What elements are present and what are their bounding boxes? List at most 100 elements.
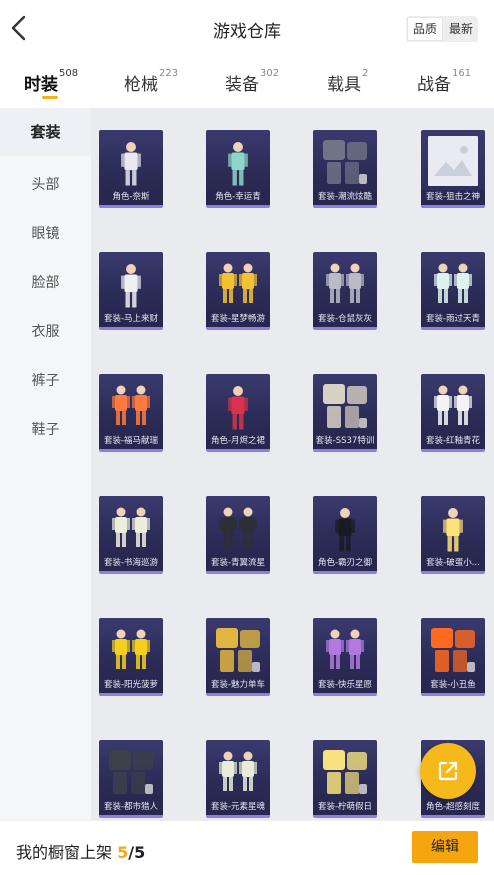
- outfit-card[interactable]: 角色-月烬之裙: [206, 374, 270, 452]
- showcase-label: 我的橱窗上架: [16, 843, 113, 862]
- sidebar-item-face[interactable]: 脸部: [0, 272, 91, 292]
- outfit-preview-image: [443, 508, 463, 552]
- outfit-card[interactable]: 套装-雨过天青: [421, 252, 485, 330]
- outfit-name: 套装-都市猎人: [99, 800, 163, 815]
- edit-button[interactable]: 编辑: [412, 831, 478, 863]
- sidebar-item-pants[interactable]: 裤子: [0, 370, 91, 390]
- image-placeholder: [428, 136, 478, 186]
- outfit-name: 套装-福马献瑞: [99, 434, 163, 449]
- share-icon: [438, 761, 458, 781]
- outfit-preview-image: [216, 628, 260, 672]
- tab-supplies[interactable]: 战备161: [417, 68, 471, 95]
- outfit-name: 角色-霸刃之御: [313, 556, 377, 571]
- outfit-card[interactable]: 套装-阳光菠萝: [99, 618, 163, 696]
- outfit-card[interactable]: 套装-潮流炫酷: [313, 130, 377, 208]
- outfit-card[interactable]: 套装-柠萌假日: [313, 740, 377, 818]
- outfit-card[interactable]: 套装-快乐星愿: [313, 618, 377, 696]
- showcase-total-count: 5: [134, 843, 146, 862]
- outfit-card[interactable]: 套装-SS37特训: [313, 374, 377, 452]
- outfit-card[interactable]: 角色-奈斯: [99, 130, 163, 208]
- tab-label: 枪械: [124, 75, 158, 95]
- tab-fashion[interactable]: 时装508: [24, 68, 79, 95]
- outfit-preview-image: [323, 750, 367, 794]
- sidebar: 套装 头部 眼镜 脸部 衣服 裤子 鞋子: [0, 108, 91, 820]
- sidebar-item-clothes[interactable]: 衣服: [0, 321, 91, 341]
- outfit-name: 套装-青翼流星: [206, 556, 270, 571]
- outfit-card[interactable]: 套装-书海巡游: [99, 496, 163, 574]
- outfit-preview-image: [228, 142, 248, 186]
- outfit-name: 套装-阳光菠萝: [99, 678, 163, 693]
- sort-quality-button[interactable]: 品质: [406, 17, 443, 41]
- sort-toggle: 品质 最新: [405, 16, 478, 42]
- sort-newest-button[interactable]: 最新: [444, 16, 478, 42]
- sidebar-item-glasses[interactable]: 眼镜: [0, 223, 91, 243]
- outfit-card[interactable]: 套装-福马献瑞: [99, 374, 163, 452]
- outfit-preview-image: [121, 142, 141, 186]
- outfit-name: 套装-星梦畅游: [206, 312, 270, 327]
- outfit-card[interactable]: 套装-小丑鱼: [421, 618, 485, 696]
- outfit-preview-image: [112, 385, 150, 425]
- outfit-card[interactable]: 套装-破蛋小...: [421, 496, 485, 574]
- outfit-preview-image: [326, 629, 364, 669]
- tab-count: 508: [59, 68, 79, 79]
- outfit-name: 套装-书海巡游: [99, 556, 163, 571]
- outfit-name: 套装-潮流炫酷: [313, 190, 377, 205]
- outfit-card[interactable]: 套装-马上来财: [99, 252, 163, 330]
- outfit-name: 套装-SS37特训: [313, 434, 377, 449]
- outfit-card[interactable]: 套装-红釉青花: [421, 374, 485, 452]
- tab-equipment[interactable]: 装备302: [225, 68, 280, 95]
- showcase-footer: 我的橱窗上架 5/5 编辑: [0, 820, 494, 875]
- outfit-card[interactable]: 套装-狙击之神: [421, 130, 485, 208]
- outfit-card[interactable]: 角色-霸刃之御: [313, 496, 377, 574]
- outfit-name: 套装-红釉青花: [421, 434, 485, 449]
- outfit-preview-image: [112, 507, 150, 547]
- sidebar-item-shoes[interactable]: 鞋子: [0, 419, 91, 439]
- outfit-preview-image: [434, 385, 472, 425]
- outfit-card[interactable]: 套装-青翼流星: [206, 496, 270, 574]
- outfit-preview-image: [121, 264, 141, 308]
- outfit-preview-image: [431, 628, 475, 672]
- showcase-current-count: 5: [117, 843, 129, 862]
- outfit-card[interactable]: 角色-幸运青: [206, 130, 270, 208]
- image-placeholder-icon: [434, 146, 472, 176]
- sidebar-item-head[interactable]: 头部: [0, 174, 91, 194]
- tab-count: 302: [260, 68, 280, 79]
- outfit-name: 角色-幸运青: [206, 190, 270, 205]
- outfit-preview-image: [112, 629, 150, 669]
- outfit-preview-image: [228, 386, 248, 430]
- outfit-preview-image: [219, 507, 257, 547]
- tab-guns[interactable]: 枪械223: [124, 68, 178, 95]
- outfit-name: 套装-柠萌假日: [313, 800, 377, 815]
- outfit-name: 套装-小丑鱼: [421, 678, 485, 693]
- outfit-name: 套装-元素星魂: [206, 800, 270, 815]
- outfit-card[interactable]: 套装-都市猎人: [99, 740, 163, 818]
- tab-label: 战备: [417, 75, 451, 95]
- outfit-name: 套装-破蛋小...: [421, 556, 485, 571]
- item-grid: 角色-奈斯 角色-幸运青 套装-潮流炫酷 套装-狙击之神 套装-马上来财 套装-星梦畅游套…: [91, 108, 494, 820]
- outfit-preview-image: [109, 750, 153, 794]
- tab-count: 2: [362, 68, 369, 79]
- tab-label: 装备: [225, 75, 259, 95]
- outfit-name: 套装-马上来财: [99, 312, 163, 327]
- top-bar: 游戏仓库 品质 最新: [0, 0, 494, 58]
- outfit-card[interactable]: 套装-元素星魂: [206, 740, 270, 818]
- outfit-preview-image: [434, 263, 472, 303]
- outfit-name: 角色-月烬之裙: [206, 434, 270, 449]
- tab-label: 时装: [24, 75, 58, 95]
- outfit-card[interactable]: 套装-仓鼠灰灰: [313, 252, 377, 330]
- tab-vehicles[interactable]: 载具2: [327, 68, 369, 95]
- outfit-card[interactable]: 套装-魅力单车: [206, 618, 270, 696]
- outfit-preview-image: [323, 140, 367, 184]
- active-tab-indicator: [42, 96, 58, 99]
- outfit-preview-image: [219, 751, 257, 791]
- showcase-status: 我的橱窗上架 5/5: [16, 839, 145, 863]
- outfit-name: 套装-快乐星愿: [313, 678, 377, 693]
- sidebar-item-suit[interactable]: 套装: [0, 108, 91, 156]
- tab-label: 载具: [327, 75, 361, 95]
- outfit-name: 套装-狙击之神: [421, 190, 485, 205]
- outfit-preview-image: [335, 508, 355, 552]
- outfit-name: 套装-仓鼠灰灰: [313, 312, 377, 327]
- share-button[interactable]: [420, 743, 476, 799]
- outfit-preview-image: [326, 263, 364, 303]
- outfit-card[interactable]: 套装-星梦畅游: [206, 252, 270, 330]
